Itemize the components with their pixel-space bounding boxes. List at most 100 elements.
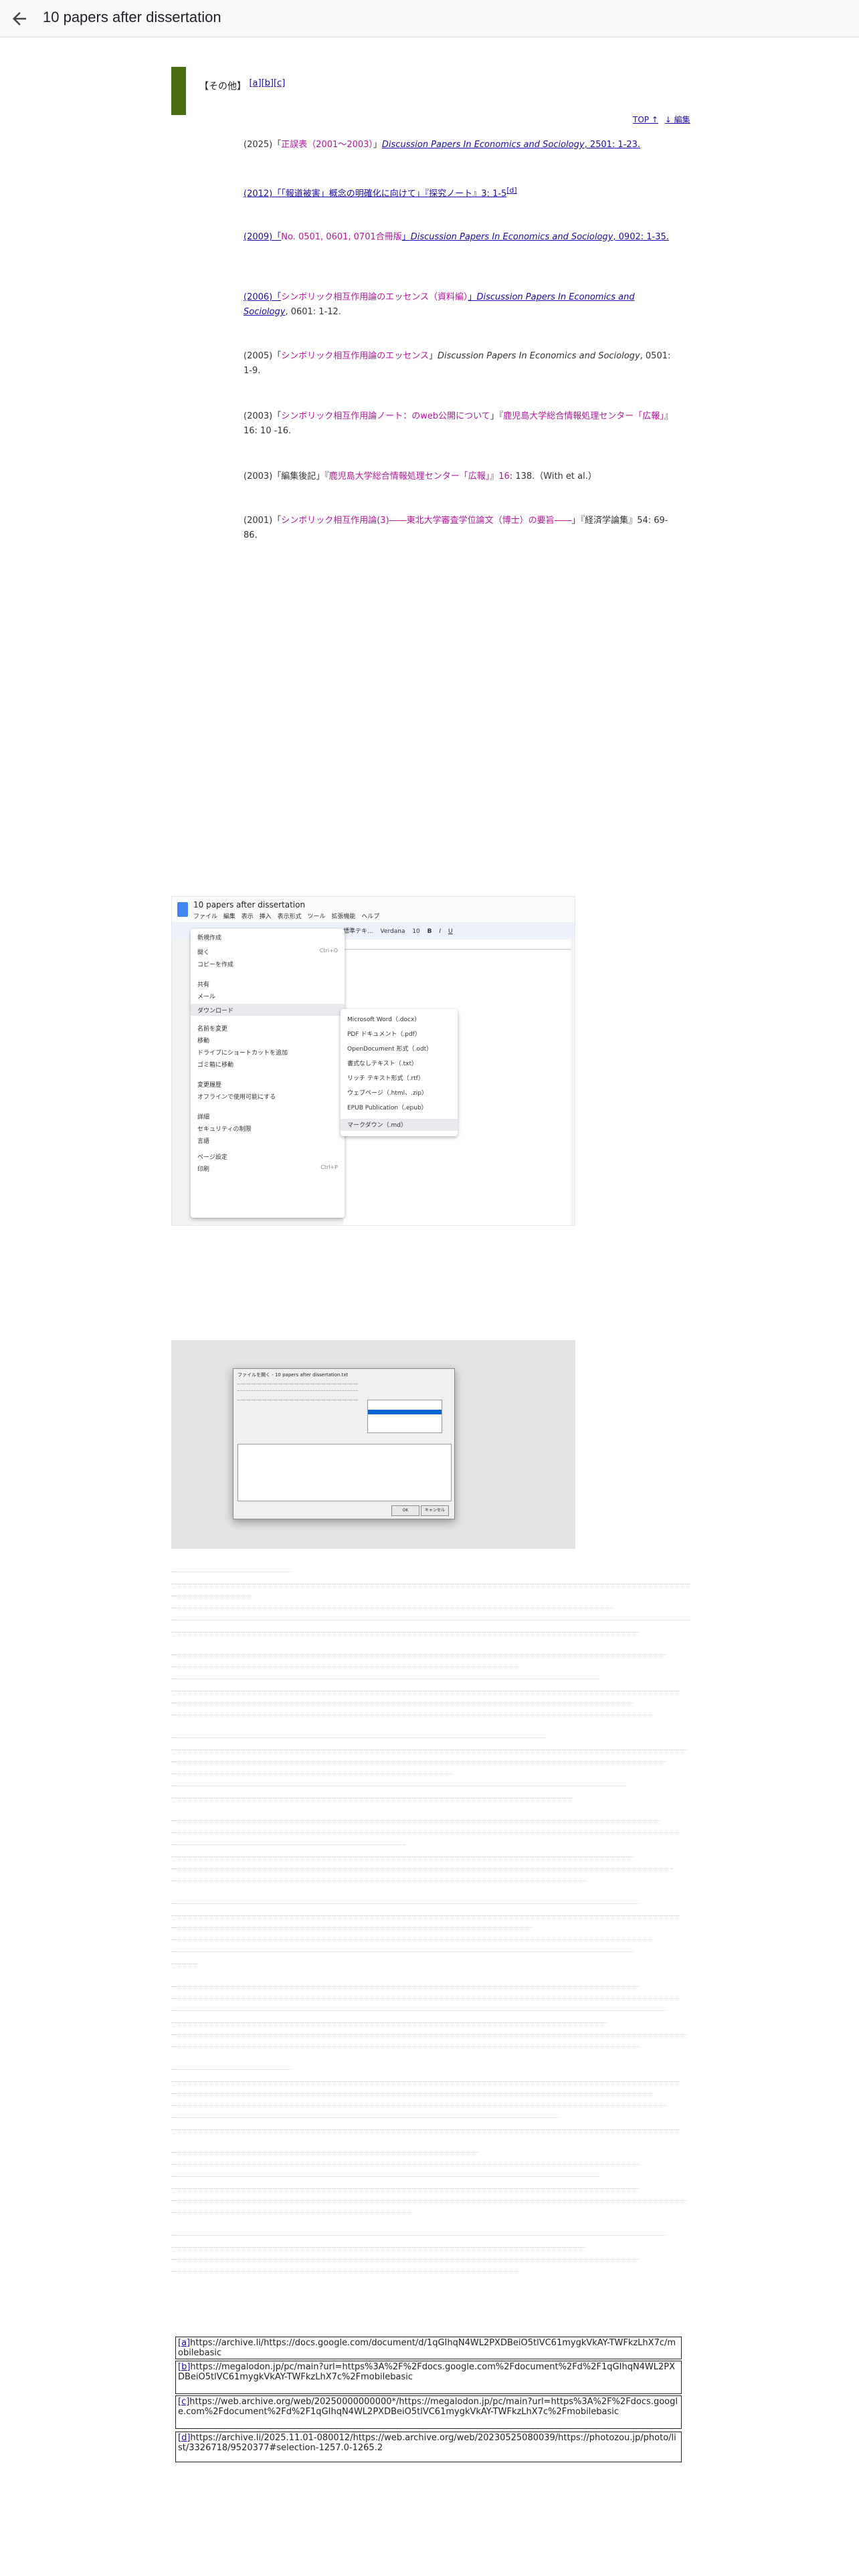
entry-title-link[interactable]: シンボリック相互作用論のエッセンス（資料編） — [281, 292, 468, 302]
entry-prefix: (2006)「 — [244, 292, 282, 302]
docs-logo-icon — [177, 902, 188, 917]
faint-text-line — [171, 1703, 633, 1704]
menu-format[interactable]: 表示形式 — [278, 914, 302, 920]
footnote-url: https://archive.li/https://docs.google.c… — [178, 2338, 676, 2358]
menu-item-download[interactable]: ダウンロード — [197, 1006, 233, 1014]
entry-suffix: 』3: 1-5 — [472, 189, 507, 199]
download-rtf[interactable]: リッチ テキスト形式（.rtf） — [347, 1073, 424, 1082]
menu-item-email[interactable]: メール — [197, 992, 215, 1000]
edit-link[interactable]: ↓ 編集 — [665, 115, 690, 124]
entry-prefix: (2009)「 — [244, 232, 282, 242]
entry-journal: 経済学論集 — [585, 516, 629, 526]
menu-edit[interactable]: 編集 — [223, 914, 235, 920]
style-select[interactable]: 標準テキ... — [343, 928, 373, 935]
entry-journal-link[interactable]: Discussion Papers In Economics and Socio… — [382, 140, 585, 150]
entry-title-link[interactable]: シンボリック相互作用論のエッセンス — [281, 351, 429, 361]
entry-prefix: (2001)「 — [244, 516, 282, 526]
download-md[interactable]: マークダウン（.md） — [347, 1120, 407, 1129]
list-item: (2025)「正誤表（2001〜2003）」Discussion Papers … — [244, 138, 672, 152]
encoding-list[interactable] — [367, 1400, 442, 1433]
faint-text-line — [171, 1654, 666, 1656]
faint-text-line — [171, 1998, 680, 2000]
faint-text-line — [171, 1667, 519, 1668]
bold-button[interactable]: B — [427, 928, 432, 935]
menu-item-trash[interactable]: ゴミ箱に移動 — [197, 1060, 233, 1069]
menu-shortcut: Ctrl+O — [319, 948, 338, 954]
menu-item-history[interactable]: 変更履歴 — [197, 1080, 221, 1089]
footnote-link-a[interactable]: [a] — [249, 78, 261, 88]
faint-text-line — [171, 1737, 546, 1739]
footnote-tag[interactable]: [d] — [178, 2433, 190, 2443]
underline-button[interactable]: U — [448, 928, 453, 935]
entry-prefix: (2003)「 — [244, 411, 282, 421]
menu-item-offline[interactable]: オフラインで使用可能にする — [197, 1092, 276, 1101]
footnote-link-b[interactable]: [b] — [262, 78, 274, 88]
menu-item-details[interactable]: 詳細 — [197, 1112, 209, 1121]
entry-title-link[interactable]: No. 0501, 0601, 0701合冊版 — [281, 232, 402, 242]
entry-journal-link[interactable]: Discussion Papers In Economics and Socio… — [411, 232, 613, 242]
font-select[interactable]: Verdana — [380, 928, 405, 935]
entry-mid: 」 — [373, 140, 382, 150]
download-html[interactable]: ウェブページ（.html、.zip） — [347, 1088, 427, 1097]
cancel-button[interactable]: キャンセル — [421, 1505, 449, 1516]
entry-journal-link[interactable]: 鹿児島大学総合情報処理センター「広報」 — [503, 411, 664, 421]
menu-help[interactable]: ヘルプ — [361, 914, 379, 920]
download-txt[interactable]: 書式なしテキスト（.txt） — [347, 1059, 417, 1067]
italic-button[interactable]: I — [439, 928, 441, 935]
menu-item-share[interactable]: 共有 — [197, 980, 209, 988]
entry-journal: Discussion Papers In Economics and Socio… — [438, 351, 640, 361]
download-pdf[interactable]: PDF ドキュメント（.pdf） — [347, 1029, 421, 1038]
font-size-input[interactable]: 10 — [412, 928, 419, 935]
faint-text-line — [171, 1572, 292, 1573]
faint-text-line — [171, 1774, 452, 1775]
top-edit-links: TOP ↑ ↓ 編集 — [629, 114, 690, 125]
menu-insert[interactable]: 挿入 — [260, 914, 272, 920]
menu-item-open[interactable]: 開く — [197, 948, 209, 956]
faint-text-line — [171, 1963, 198, 1965]
footnote-tag[interactable]: [a] — [178, 2338, 190, 2348]
menu-file[interactable]: ファイル — [193, 914, 217, 920]
entry-title-link[interactable]: 「報道被害」概念の明確化に向けて — [281, 189, 416, 199]
faint-text-line — [171, 2022, 606, 2024]
section-accent-bar — [171, 67, 186, 115]
footnote-link-d[interactable]: [d] — [506, 186, 516, 195]
faint-text-line — [171, 1856, 633, 1858]
download-epub[interactable]: EPUB Publication（.epub） — [347, 1103, 427, 1111]
menu-item-copy[interactable]: コピーを作成 — [197, 960, 233, 968]
entry-title-link[interactable]: 正誤表（2001〜2003） — [281, 140, 373, 150]
menu-item-language[interactable]: 言語 — [197, 1136, 209, 1145]
file-open-dialog: ファイルを開く - 10 papers after dissertation.t… — [233, 1368, 455, 1519]
download-docx[interactable]: Microsoft Word（.docx） — [347, 1014, 420, 1023]
file-menu: 新規作成 開く Ctrl+O コピーを作成 共有 メール ダウンロード 名前を変… — [191, 929, 345, 1218]
footnote-tag[interactable]: [b] — [178, 2362, 190, 2372]
encoding-selected — [368, 1410, 442, 1414]
faint-text-line — [171, 2105, 666, 2107]
entry-title-link[interactable]: 鹿児島大学総合情報処理センター「広報」 — [329, 471, 490, 481]
open-dialog-screenshot: ファイルを開く - 10 papers after dissertation.t… — [171, 1340, 575, 1549]
section-heading: 【その他】 [a][b][c] — [199, 78, 285, 93]
entry-journal-link[interactable]: 16 — [498, 471, 510, 481]
menu-item-print[interactable]: 印刷 — [197, 1164, 209, 1173]
entry-title-link[interactable]: シンボリック相互作用論ノート：のweb公開について — [281, 411, 490, 421]
download-odt[interactable]: OpenDocument 形式（.odt） — [347, 1044, 432, 1053]
menu-item-page-setup[interactable]: ページ設定 — [197, 1152, 227, 1161]
entry-journal-link[interactable]: 探究ノート — [429, 189, 472, 199]
menu-extensions[interactable]: 拡張機能 — [331, 914, 355, 920]
arrow-left-icon[interactable] — [9, 9, 29, 29]
menu-item-security[interactable]: セキュリティの制限 — [197, 1124, 251, 1133]
entry-title-link[interactable]: シンボリック相互作用論(3)――東北大学審査学位論文（博士）の要旨―― — [281, 516, 571, 526]
docs-title: 10 papers after dissertation — [193, 900, 306, 909]
faint-text-line — [171, 2259, 640, 2260]
menu-tools[interactable]: ツール — [307, 914, 325, 920]
menu-item-rename[interactable]: 名前を変更 — [197, 1024, 227, 1033]
menu-view[interactable]: 表示 — [242, 914, 254, 920]
footnote-tag[interactable]: [c] — [178, 2397, 189, 2407]
dialog-option-line — [237, 1390, 358, 1391]
footnote-url: https://megalodon.jp/pc/main?url=https%3… — [178, 2362, 676, 2382]
top-link[interactable]: TOP ↑ — [633, 115, 658, 124]
menu-item-new[interactable]: 新規作成 — [197, 933, 221, 942]
ok-button[interactable]: OK — [391, 1505, 419, 1516]
menu-item-move[interactable]: 移動 — [197, 1036, 209, 1045]
menu-item-shortcut[interactable]: ドライブにショートカットを追加 — [197, 1048, 288, 1057]
footnote-link-c[interactable]: [c] — [274, 78, 285, 88]
